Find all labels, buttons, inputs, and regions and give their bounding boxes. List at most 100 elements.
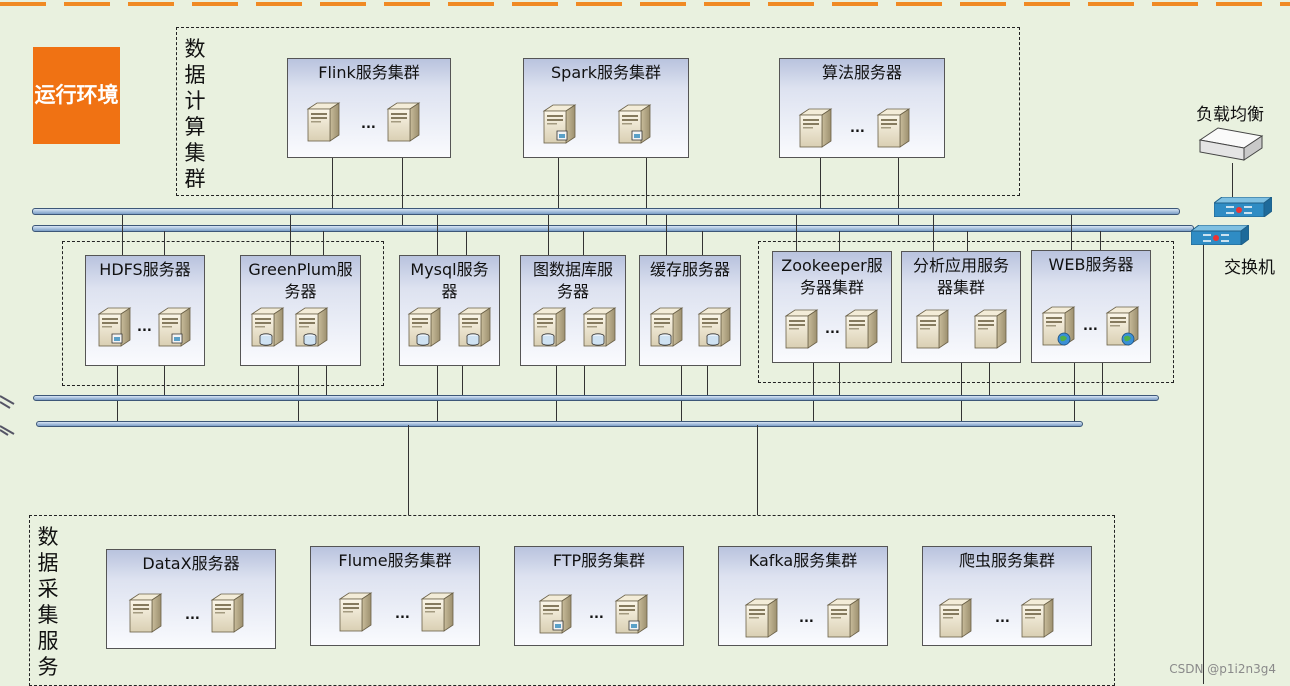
server-icon [305, 101, 341, 143]
connector [298, 366, 299, 422]
connector [164, 366, 165, 397]
server-icon [127, 592, 163, 634]
ellipsis: ... [589, 607, 604, 622]
connector [961, 363, 962, 422]
connector [332, 158, 333, 212]
connector [820, 158, 821, 212]
ftp-cluster: FTP服务集群 ... [514, 546, 684, 646]
greenplum-server-title: GreenPlum服务器 [248, 260, 353, 301]
flume-cluster-title: Flume服务集群 [338, 551, 452, 570]
server-icon [531, 306, 567, 348]
spark-cluster-title: Spark服务集群 [551, 63, 661, 82]
connector [164, 231, 165, 255]
switch-icon [1191, 225, 1249, 245]
server-icon [456, 306, 492, 348]
connector [1074, 363, 1075, 422]
connector [462, 366, 463, 397]
ellipsis: ... [850, 121, 865, 136]
crawler-cluster: 爬虫服务集群 ... [922, 546, 1092, 646]
kafka-cluster: Kafka服务集群 ... [718, 546, 888, 646]
ellipsis: ... [995, 611, 1010, 626]
ellipsis: ... [1083, 319, 1098, 334]
connector [839, 231, 840, 251]
datax-server: DataX服务器 ... [106, 549, 276, 649]
hdfs-server: HDFS服务器 ... [85, 255, 205, 366]
server-icon [937, 597, 973, 639]
flink-cluster-title: Flink服务集群 [318, 63, 420, 82]
bus-end-icon [0, 395, 15, 436]
ellipsis: ... [395, 607, 410, 622]
flume-cluster: Flume服务集群 ... [310, 546, 480, 646]
connector [290, 215, 291, 255]
connector [122, 215, 123, 255]
server-icon [843, 308, 879, 350]
connector [1071, 215, 1072, 251]
connector [813, 363, 814, 422]
connector [702, 231, 703, 255]
flink-cluster: Flink服务集群 ... [287, 58, 451, 158]
connector [437, 366, 438, 422]
server-icon [914, 308, 950, 350]
ftp-cluster-title: FTP服务集群 [552, 551, 646, 570]
connector [466, 231, 467, 255]
environment-label: 运行环境 [33, 47, 120, 144]
server-icon [337, 591, 373, 633]
connector [117, 366, 118, 422]
connector [933, 215, 934, 251]
cache-server: 缓存服务器 [639, 255, 741, 366]
connector [402, 158, 403, 228]
server-icon [613, 593, 649, 635]
server-icon [156, 306, 192, 348]
server-icon [648, 306, 684, 348]
connector [583, 231, 584, 255]
crawler-cluster-title: 爬虫服务集群 [958, 551, 1055, 570]
ellipsis: ... [799, 611, 814, 626]
load-balancer-icon [1198, 127, 1264, 161]
algorithm-cluster-title: 算法服务器 [821, 63, 902, 82]
connector [556, 366, 557, 422]
server-icon [537, 593, 573, 635]
server-icon [972, 308, 1008, 350]
compute-group-label: 数据计算集群 [184, 37, 206, 191]
connector [796, 215, 797, 251]
collect-group-label: 数据采集服务 [37, 525, 59, 679]
server-icon [696, 306, 732, 348]
server-icon [825, 597, 861, 639]
network-bus-3 [33, 395, 1159, 401]
graph-db-server: 图数据库服务器 [520, 255, 626, 366]
server-icon [616, 103, 652, 145]
ellipsis: ... [137, 320, 152, 335]
connector [967, 231, 968, 251]
server-icon [875, 107, 911, 149]
server-icon [1040, 305, 1076, 347]
connector [646, 158, 647, 228]
connector [584, 366, 585, 397]
server-icon [419, 591, 455, 633]
switch-label: 交换机 [1224, 258, 1275, 278]
server-icon [743, 597, 779, 639]
greenplum-server: GreenPlum服务器 [240, 255, 361, 366]
server-icon [783, 308, 819, 350]
graph-db-server-title: 图数据库服务器 [532, 260, 613, 301]
connector [1232, 163, 1233, 197]
watermark: CSDN @p1i2n3g4 [1169, 662, 1276, 676]
connector [898, 158, 899, 228]
spark-cluster: Spark服务集群 [523, 58, 689, 158]
connector [408, 425, 409, 515]
top-dashed-line [0, 2, 1290, 6]
analysis-app-cluster-title: 分析应用服务器集群 [912, 256, 1009, 297]
server-icon [249, 306, 285, 348]
switch-uplink [1203, 245, 1204, 684]
hdfs-server-title: HDFS服务器 [99, 260, 191, 279]
server-icon [96, 306, 132, 348]
connector [839, 363, 840, 397]
connector [437, 215, 438, 255]
kafka-cluster-title: Kafka服务集群 [748, 551, 858, 570]
connector [326, 366, 327, 397]
analysis-app-cluster: 分析应用服务器集群 [901, 251, 1021, 363]
connector [1102, 363, 1103, 397]
connector [548, 215, 549, 255]
zookeeper-cluster-title: Zookeeper服务器集群 [781, 256, 883, 297]
web-server-title: WEB服务器 [1048, 255, 1134, 274]
network-bus-1 [32, 208, 1180, 215]
